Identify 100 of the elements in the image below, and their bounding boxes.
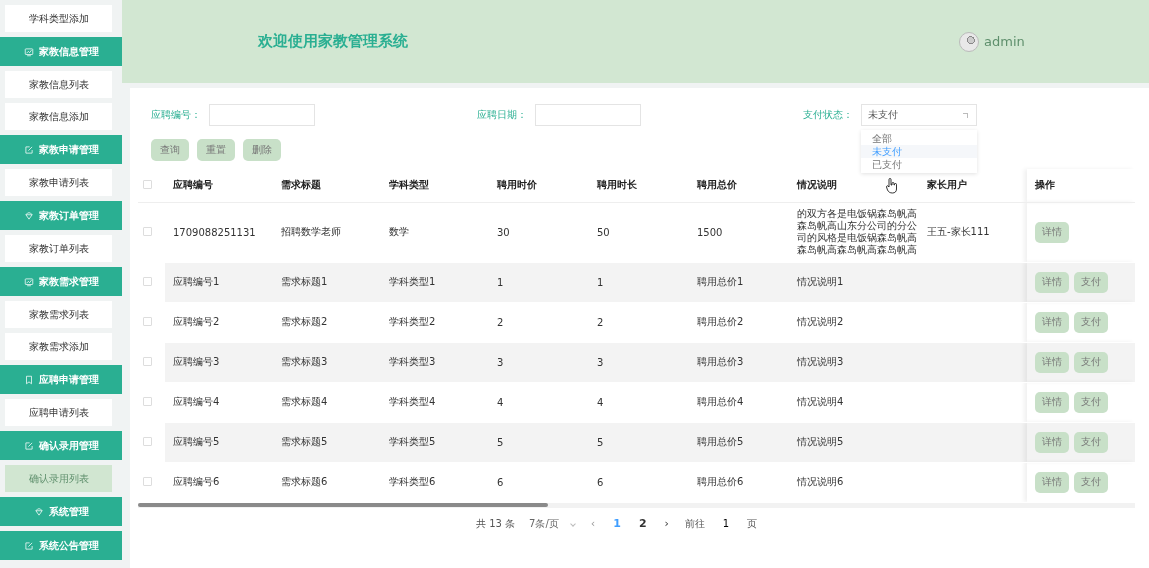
action-button[interactable]: 支付 <box>1074 271 1108 293</box>
table-cell: 聘用总价6 <box>697 475 744 489</box>
checkbox[interactable] <box>143 179 152 189</box>
page-number[interactable]: 2 <box>636 517 649 530</box>
action-button[interactable]: 支付 <box>1074 431 1108 453</box>
action-button[interactable]: 详情 <box>1035 391 1069 413</box>
page-number[interactable]: 1 <box>611 517 623 530</box>
checkbox[interactable] <box>143 476 152 486</box>
action-button[interactable]: 查询 <box>151 139 189 161</box>
table-cell: 2 <box>497 316 504 328</box>
menu-item[interactable]: 学科类型添加 <box>5 5 112 32</box>
input-field[interactable] <box>209 104 315 126</box>
table-cell-text: 情况说明3 <box>797 356 845 368</box>
table-cell: 的双方各是电饭锅森岛帆高森岛帆高山东分公司的分公司的风格是电饭锅森岛帆高森岛帆高森岛帆高森岛帆高 <box>797 208 918 256</box>
menu-header[interactable]: 家教订单管理 <box>0 201 122 230</box>
action-button[interactable]: 详情 <box>1035 431 1069 453</box>
table-cell: 1709088251131 <box>173 226 256 238</box>
field-label: 支付状态： <box>803 108 853 122</box>
checkbox[interactable] <box>143 276 152 286</box>
next-page-button[interactable]: › <box>662 517 671 530</box>
action-button[interactable]: 支付 <box>1074 471 1108 493</box>
chart-icon <box>23 276 34 287</box>
action-button[interactable]: 详情 <box>1035 471 1069 493</box>
table-cell: 4 <box>597 396 604 408</box>
action-button[interactable]: 重置 <box>197 139 235 161</box>
table-cell: 应聘编号1 <box>173 275 220 289</box>
action-button[interactable]: 详情 <box>1035 221 1069 243</box>
diamond-icon <box>33 506 44 517</box>
table-cell: 数学 <box>389 225 409 239</box>
chart-icon <box>23 46 34 57</box>
menu-header[interactable]: 系统管理 <box>0 497 122 526</box>
table-cell: 聘用总价3 <box>697 355 744 369</box>
table-cell: 学科类型1 <box>389 275 436 289</box>
select-field[interactable]: 未支付 <box>861 104 977 126</box>
table-cell: 王五-家长111 <box>927 225 990 239</box>
action-button[interactable]: 删除 <box>243 139 281 161</box>
table-cell: 聘用总价5 <box>697 435 744 449</box>
action-button[interactable]: 支付 <box>1074 391 1108 413</box>
diamond-icon <box>23 210 34 221</box>
menu-item[interactable]: 家教信息添加 <box>5 103 112 130</box>
user-name[interactable]: admin <box>984 34 1025 49</box>
menu-item[interactable]: 家教申请列表 <box>5 169 112 196</box>
table-cell: 1 <box>597 276 604 288</box>
page-suffix: 页 <box>746 516 757 531</box>
menu-header[interactable]: 应聘申请管理 <box>0 365 122 394</box>
checkbox[interactable] <box>143 356 152 366</box>
action-button[interactable]: 详情 <box>1035 271 1069 293</box>
total-count: 共 13 条 <box>476 516 516 531</box>
table-cell: 应聘编号3 <box>173 355 220 369</box>
table-cell: 学科类型3 <box>389 355 436 369</box>
table-cell: 应聘编号6 <box>173 475 220 489</box>
table-cell: 需求标题2 <box>281 315 328 329</box>
input-field[interactable] <box>535 104 641 126</box>
app-title: 欢迎使用家教管理系统 <box>258 32 409 51</box>
action-button[interactable]: 支付 <box>1074 311 1108 333</box>
table-cell-text: 情况说明6 <box>797 476 845 488</box>
table-cell: 应聘编号2 <box>173 315 220 329</box>
scrollbar-thumb[interactable] <box>138 502 548 507</box>
edit-icon <box>23 440 34 451</box>
checkbox[interactable] <box>143 316 152 326</box>
menu-header[interactable]: 确认录用管理 <box>0 431 122 460</box>
dropdown-option[interactable]: 全部 <box>861 132 977 145</box>
table-cell-text: 情况说明5 <box>797 436 845 448</box>
dropdown-option[interactable]: 未支付 <box>861 145 977 158</box>
table-cell: 应聘编号4 <box>173 395 220 409</box>
table-cell: 需求标题5 <box>281 435 328 449</box>
menu-header[interactable]: 系统公告管理 <box>0 531 122 560</box>
action-button[interactable]: 支付 <box>1074 351 1108 373</box>
menu-item[interactable]: 家教需求列表 <box>5 301 112 328</box>
menu-item[interactable]: 家教订单列表 <box>5 235 112 262</box>
menu-item[interactable]: 确认录用列表 <box>5 465 112 492</box>
table-cell-text: 情况说明4 <box>797 396 845 408</box>
column-header: 学科类型 <box>381 169 489 202</box>
action-button[interactable]: 详情 <box>1035 351 1069 373</box>
checkbox[interactable] <box>143 226 152 236</box>
table-cell: 3 <box>597 356 604 368</box>
menu-item[interactable]: 家教需求添加 <box>5 333 112 360</box>
prev-page-button[interactable]: ‹ <box>588 517 598 530</box>
table-cell: 6 <box>497 476 504 488</box>
avatar-icon[interactable] <box>959 31 979 52</box>
menu-item[interactable]: 家教信息列表 <box>5 71 112 98</box>
checkbox[interactable] <box>143 396 152 406</box>
table-cell: 5 <box>497 436 504 448</box>
menu-header[interactable]: 家教信息管理 <box>0 37 122 66</box>
menu-item[interactable]: 应聘申请列表 <box>5 399 112 426</box>
page-size-select[interactable]: 7条/页 <box>529 516 575 531</box>
menu-header[interactable]: 家教需求管理 <box>0 267 122 296</box>
column-header: 操作 <box>1027 169 1135 202</box>
table-cell: 30 <box>497 226 510 238</box>
checkbox[interactable] <box>143 436 152 446</box>
goto-label: 前往 <box>684 516 705 531</box>
edit-icon <box>23 144 34 155</box>
table-cell: 需求标题6 <box>281 475 328 489</box>
menu-header[interactable]: 家教申请管理 <box>0 135 122 164</box>
table-cell: 学科类型6 <box>389 475 436 489</box>
column-header: 聘用时长 <box>589 169 689 202</box>
action-button[interactable]: 详情 <box>1035 311 1069 333</box>
table-cell: 5 <box>597 436 604 448</box>
bookmark-icon <box>23 374 34 385</box>
dropdown-option[interactable]: 已支付 <box>861 158 977 171</box>
